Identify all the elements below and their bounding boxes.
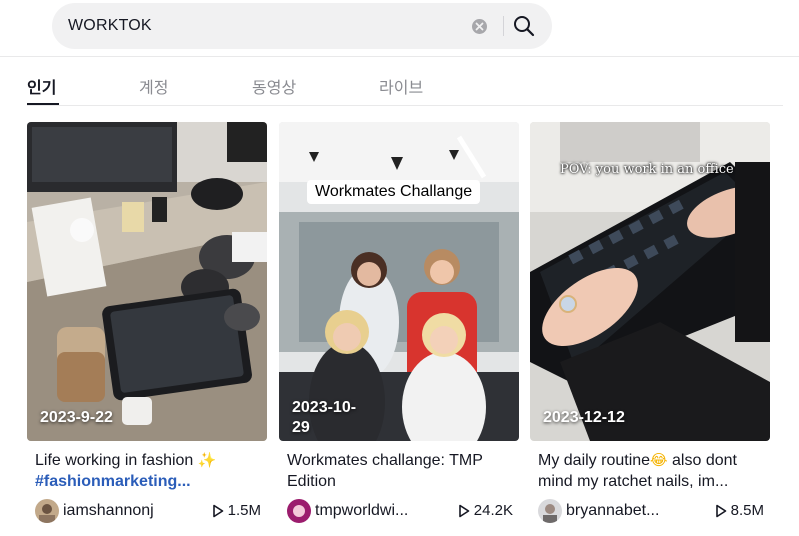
tab-live[interactable]: 라이브 [379,74,423,98]
video-date: 2023-12-12 [543,409,625,426]
view-count: 1.5M [212,502,261,519]
video-card[interactable]: Workmates Challange 2023-10- 29 Workmates… [279,122,519,524]
close-icon [475,22,484,31]
play-icon [715,504,726,517]
tabs-divider [27,105,783,106]
avatar[interactable] [538,499,562,523]
search-bar [52,3,552,49]
search-input[interactable] [68,3,458,49]
active-tab-indicator [27,103,59,105]
video-thumbnail-image [279,122,519,441]
video-thumbnail[interactable]: 2023-9-22 [27,122,267,441]
video-meta: iamshannonj 1.5M [35,498,261,524]
view-count: 24.2K [458,502,513,519]
video-card[interactable]: POV: you work in an office 2023-12-12 My… [530,122,770,524]
hashtag-link[interactable]: #fashionmarketing... [35,473,191,490]
sparkles-icon: ✨ [197,451,217,469]
avatar[interactable] [35,499,59,523]
description-text: Life working in fashion [35,452,198,469]
tab-accounts[interactable]: 계정 [139,74,168,98]
video-card[interactable]: 2023-9-22 Life working in fashion ✨ #fas… [27,122,267,524]
description-text: Workmates challange: TMP Edition [287,452,483,490]
search-tabs: 인기 계정 동영상 라이브 [0,64,799,106]
author-name[interactable]: iamshannonj [63,502,173,520]
video-thumbnail[interactable]: Workmates Challange 2023-10- 29 [279,122,519,441]
search-button[interactable] [512,15,536,37]
view-count-value: 1.5M [227,502,261,519]
search-divider [503,16,504,36]
video-description[interactable]: Workmates challange: TMP Edition ❤ ... [287,450,515,492]
clear-search-button[interactable] [472,19,487,34]
video-date: 2023-9-22 [40,409,113,426]
author-name[interactable]: bryannabet... [566,502,676,520]
video-overlay-title: Workmates Challange [307,180,481,204]
view-count: 8.5M [715,502,764,519]
tab-top[interactable]: 인기 [27,74,56,98]
video-date: 2023-10- 29 [292,399,357,436]
video-meta: bryannabet... 8.5M [538,498,764,524]
description-text: My daily routine [538,452,651,469]
header-divider [0,56,799,57]
tab-videos[interactable]: 동영상 [252,74,296,98]
play-icon [458,504,470,517]
view-count-value: 24.2K [473,502,513,519]
video-thumbnail-image [27,122,267,441]
view-count-value: 8.5M [730,502,764,519]
laughing-icon: 😂 [650,451,668,469]
video-description[interactable]: Life working in fashion ✨ #fashionmarket… [35,450,263,492]
video-thumbnail[interactable]: POV: you work in an office 2023-12-12 [530,122,770,441]
author-name[interactable]: tmpworldwi... [315,502,425,520]
video-description[interactable]: My daily routine😂 also dont mind my ratc… [538,450,766,492]
search-icon [514,16,535,37]
video-overlay-caption: POV: you work in an office [560,162,734,177]
play-icon [212,504,223,517]
video-meta: tmpworldwi... 24.2K [287,498,513,524]
avatar[interactable] [287,499,311,523]
